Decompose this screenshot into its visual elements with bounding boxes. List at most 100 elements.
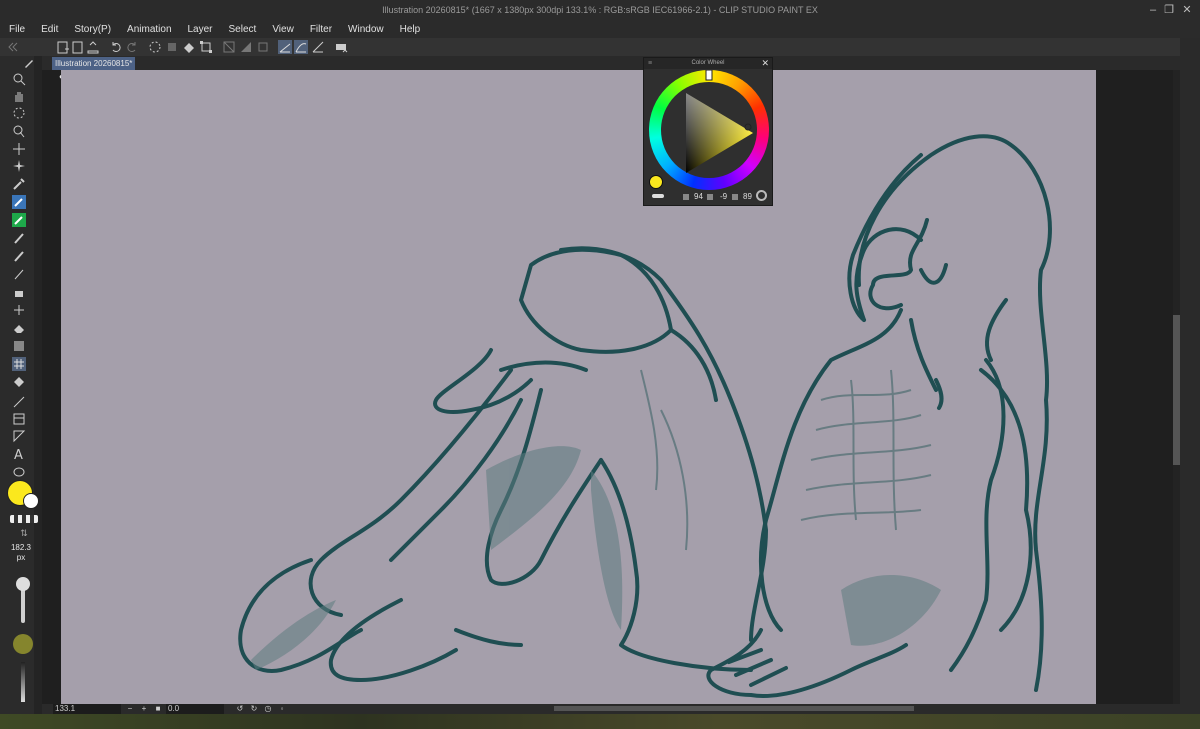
sub-tool-strip (34, 56, 42, 729)
brush-opacity-slider[interactable] (21, 662, 25, 702)
reset-rotation-icon[interactable]: ◷ (263, 704, 273, 714)
brush-icon[interactable] (12, 231, 26, 245)
menu-window[interactable]: Window (348, 22, 384, 38)
close-icon[interactable]: ✕ (1180, 3, 1194, 17)
gradient-icon[interactable] (12, 339, 26, 353)
vertical-scrollbar[interactable] (1173, 70, 1180, 704)
panel-menu-icon[interactable]: ≡ (648, 58, 652, 69)
menu-bar: File Edit Story(P) Animation Layer Selec… (0, 22, 1200, 38)
brush-size-slider-knob[interactable] (16, 577, 30, 591)
collapse-left-icon[interactable] (6, 40, 20, 54)
brush-opacity-indicator (13, 634, 33, 654)
snap-special-ruler-icon[interactable] (294, 40, 308, 54)
open-file-icon[interactable] (71, 40, 85, 54)
brightness-value: -9 (720, 192, 728, 201)
menu-view[interactable]: View (272, 22, 294, 38)
canvas-shade-icon[interactable] (239, 40, 253, 54)
undo-icon[interactable] (109, 40, 123, 54)
sub-color-swatch[interactable] (23, 493, 39, 509)
zoom-icon[interactable] (12, 72, 26, 86)
clear-selection-icon[interactable] (148, 40, 162, 54)
airbrush-icon[interactable] (12, 249, 26, 263)
fill-selection-icon[interactable] (182, 40, 196, 54)
redo-icon[interactable] (125, 40, 139, 54)
fill-grid-icon[interactable] (12, 357, 26, 371)
zoom-field[interactable]: 133.1 (53, 704, 121, 714)
brush-size-value: 182.3 (10, 543, 32, 552)
blend-icon[interactable] (12, 303, 26, 317)
move-icon[interactable] (12, 142, 26, 156)
bucket-icon[interactable] (12, 375, 26, 389)
flip-icon[interactable]: ◦ (277, 704, 287, 714)
menu-filter[interactable]: Filter (310, 22, 332, 38)
value-icon (732, 194, 738, 200)
brush-size-readout: 182.3 px (6, 543, 36, 563)
frame-icon[interactable] (12, 412, 26, 426)
drawing-canvas[interactable] (61, 70, 1096, 704)
eraser-icon[interactable] (12, 321, 26, 335)
wheel-mode-icon[interactable] (756, 190, 767, 201)
line-art (238, 134, 1052, 698)
menu-file[interactable]: File (9, 22, 25, 38)
brush-size-menu-icon[interactable]: ⇅ (14, 528, 34, 538)
pencil-icon[interactable] (12, 213, 26, 227)
svg-text:A: A (14, 448, 23, 461)
hand-icon[interactable] (12, 89, 26, 103)
restore-icon[interactable]: ❐ (1162, 3, 1176, 17)
command-bar (0, 38, 1200, 56)
eyedropper-icon[interactable] (12, 177, 26, 191)
save-icon[interactable] (86, 40, 100, 54)
snap-grid-icon[interactable] (311, 40, 325, 54)
new-file-icon[interactable] (56, 40, 70, 54)
rotate-left-icon[interactable]: ↺ (235, 704, 245, 714)
menu-select[interactable]: Select (229, 22, 257, 38)
ruler-icon[interactable] (12, 429, 26, 443)
snap-ruler-icon[interactable] (278, 40, 292, 54)
background-strip (0, 714, 1200, 729)
text-icon[interactable]: A (12, 447, 26, 461)
rotate-right-icon[interactable]: ↻ (249, 704, 259, 714)
document-tab-label: Illustration 20260815* (55, 59, 133, 68)
title-bar: Illustration 20260815* (1667 x 1380px 30… (0, 0, 1200, 22)
document-tab-bar: Illustration 20260815* ● (42, 56, 1180, 81)
brush-size-unit: px (16, 553, 26, 562)
menu-edit[interactable]: Edit (41, 22, 58, 38)
lasso-selection-icon[interactable] (12, 106, 26, 120)
rotation-field[interactable]: 0.0 (166, 704, 224, 714)
stamp-icon[interactable] (12, 285, 26, 299)
panel-close-icon[interactable]: ✕ (761, 58, 769, 69)
tool-palette: A (0, 56, 34, 729)
fit-icon[interactable]: ■ (153, 704, 163, 714)
sparkle-icon[interactable] (12, 159, 26, 173)
saturation-icon (683, 194, 689, 200)
vertical-scrollbar-thumb[interactable] (1173, 315, 1180, 465)
horizontal-scrollbar[interactable] (554, 706, 914, 711)
decoration-icon[interactable] (12, 267, 26, 281)
current-color-swatch[interactable] (649, 175, 663, 189)
workspace-menu-icon[interactable] (334, 40, 348, 54)
auto-select-icon[interactable] (12, 124, 26, 138)
menu-help[interactable]: Help (400, 22, 421, 38)
saturation-triangle[interactable] (649, 70, 769, 190)
transform-icon[interactable] (199, 40, 213, 54)
minimize-icon[interactable]: – (1146, 3, 1160, 17)
document-tab[interactable]: Illustration 20260815* ● (52, 57, 135, 81)
menu-story[interactable]: Story(P) (74, 22, 111, 38)
erase-outside-icon[interactable] (165, 40, 179, 54)
pen-tool-icon[interactable] (12, 195, 26, 209)
line-icon[interactable] (12, 395, 26, 409)
zoom-in-icon[interactable]: + (139, 704, 149, 714)
saturation-value: 94 (694, 192, 703, 201)
transparent-color-icon[interactable] (10, 515, 38, 523)
menu-layer[interactable]: Layer (188, 22, 213, 38)
window-title: Illustration 20260815* (1667 x 1380px 30… (382, 5, 818, 15)
stroke-preview-icon (652, 194, 664, 198)
canvas-frame-icon[interactable] (256, 40, 270, 54)
balloon-icon[interactable] (12, 465, 26, 479)
color-wheel-panel: Color Wheel ≡ ✕ 94 -9 89 (643, 57, 773, 206)
menu-animation[interactable]: Animation (127, 22, 171, 38)
zoom-out-icon[interactable]: − (125, 704, 135, 714)
right-panel-strip (1180, 38, 1200, 729)
canvas-crop-icon[interactable] (222, 40, 236, 54)
hue-ring[interactable] (649, 70, 769, 190)
